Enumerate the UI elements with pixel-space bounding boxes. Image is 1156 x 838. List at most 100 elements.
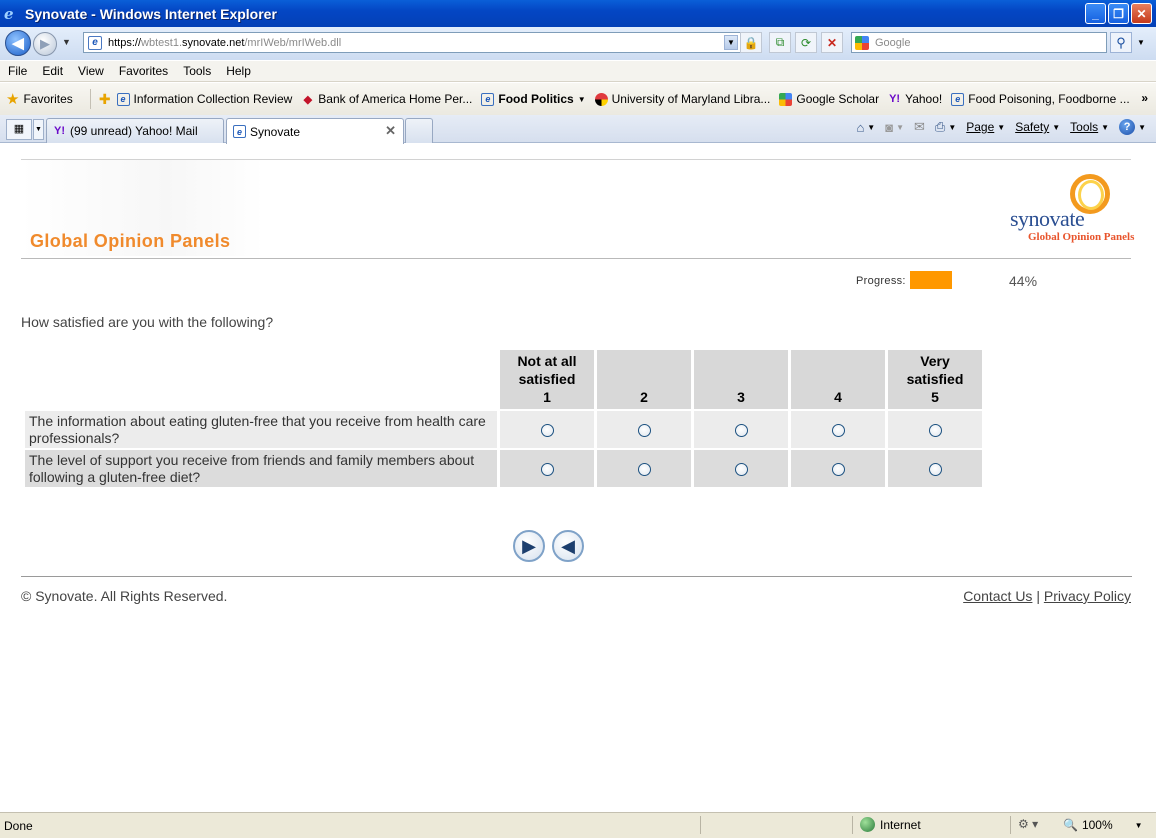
protected-mode-icon[interactable]: ⚙ ▾: [1018, 817, 1038, 831]
radio-q1-4[interactable]: [831, 423, 845, 437]
page-menu[interactable]: Page ▼: [966, 120, 1005, 134]
chevron-down-icon: ▼: [1101, 122, 1110, 132]
radio-q1-1[interactable]: [540, 423, 554, 437]
more-favorites-button[interactable]: »: [1141, 91, 1148, 105]
status-text: Done: [4, 819, 33, 833]
rating-cell: [597, 450, 691, 487]
security-zone[interactable]: Internet: [860, 817, 921, 832]
fav-label: Food Poisoning, Foodborne ...: [968, 92, 1130, 106]
page-title: Global Opinion Panels: [30, 231, 231, 251]
forward-button[interactable]: ▶: [33, 32, 57, 56]
next-button[interactable]: ▶: [513, 530, 545, 562]
page-icon: e: [88, 35, 102, 50]
fav-yahoo[interactable]: Y! Yahoo!: [888, 92, 942, 106]
footer-rule: [21, 576, 1132, 577]
tab-synovate[interactable]: e Synovate ✕: [226, 118, 404, 144]
add-favorite-icon[interactable]: ✚: [99, 91, 111, 108]
favorites-bar: ★ Favorites ✚ e Information Collection R…: [0, 83, 1156, 115]
minimize-button[interactable]: _: [1085, 3, 1106, 24]
rss-icon: ◙: [885, 119, 894, 135]
rating-cell: [694, 411, 788, 448]
radio-q2-5[interactable]: [928, 462, 942, 476]
back-button[interactable]: ◀: [5, 30, 31, 56]
chevron-down-icon: ▼: [997, 122, 1006, 132]
fav-google-scholar[interactable]: Google Scholar: [779, 92, 879, 106]
fav-info-collection[interactable]: e Information Collection Review: [116, 92, 292, 106]
close-button[interactable]: ✕: [1131, 3, 1152, 24]
quick-tabs-button[interactable]: ▦: [6, 119, 32, 140]
menu-file[interactable]: File: [8, 64, 27, 78]
search-box[interactable]: Google: [851, 32, 1107, 53]
search-options-dropdown[interactable]: ▼: [1134, 32, 1148, 53]
contact-us-link[interactable]: Contact Us: [963, 588, 1032, 604]
progress-bar: [910, 271, 1006, 289]
tools-menu[interactable]: Tools ▼: [1070, 120, 1109, 134]
bank-of-america-icon: ◆: [303, 93, 313, 106]
help-menu[interactable]: ? ▼: [1119, 119, 1146, 135]
rating-cell: [694, 450, 788, 487]
umd-icon: [594, 92, 608, 106]
tab-list-button[interactable]: ▼: [33, 119, 44, 140]
scale-header-2: 2: [597, 350, 691, 409]
print-button[interactable]: ⎙ ▼: [935, 119, 956, 135]
chevron-down-icon: ▼: [867, 122, 876, 132]
radio-q2-2[interactable]: [637, 462, 651, 476]
scale-header-5: Very satisfied 5: [888, 350, 982, 409]
fav-umd-library[interactable]: University of Maryland Libra...: [594, 92, 770, 106]
radio-q1-3[interactable]: [734, 423, 748, 437]
tab-yahoo-mail[interactable]: Y! (99 unread) Yahoo! Mail: [46, 118, 224, 143]
chevron-down-icon: ▼: [948, 122, 957, 132]
home-button[interactable]: ⌂ ▼: [856, 120, 875, 135]
close-tab-icon[interactable]: ✕: [385, 123, 396, 139]
radio-q1-2[interactable]: [637, 423, 651, 437]
ie-logo-icon: e: [4, 4, 14, 23]
fav-label: Bank of America Home Per...: [318, 92, 473, 106]
search-icon[interactable]: ⚲: [1110, 32, 1132, 53]
scale-num: 5: [931, 389, 939, 405]
radio-q2-3[interactable]: [734, 462, 748, 476]
tab-label: Synovate: [250, 124, 301, 139]
menu-favorites[interactable]: Favorites: [119, 64, 168, 78]
address-dropdown-button[interactable]: ▼: [724, 35, 738, 50]
table-row: The information about eating gluten-free…: [25, 411, 982, 448]
stop-icon[interactable]: ✕: [821, 32, 843, 53]
chevron-down-icon: ▼: [1138, 122, 1146, 132]
fav-bank-of-america[interactable]: ◆ Bank of America Home Per...: [301, 92, 473, 106]
scale-top: Not at all: [517, 353, 577, 369]
scale-top: Very: [920, 353, 950, 369]
zoom-control[interactable]: 🔍 100% ▼: [1063, 818, 1143, 832]
menu-help[interactable]: Help: [226, 64, 251, 78]
address-url[interactable]: https://wbtest1.synovate.net/mrIWeb/mrIW…: [108, 37, 341, 49]
synovate-logo: synovate Global Opinion Panels: [1006, 168, 1134, 250]
new-tab-button[interactable]: [405, 118, 433, 143]
menu-tools[interactable]: Tools: [183, 64, 211, 78]
favorites-label: Favorites: [23, 92, 73, 106]
logo-tagline: Global Opinion Panels: [1028, 231, 1135, 243]
menu-view[interactable]: View: [78, 64, 104, 78]
arrow-left-icon: ◀: [561, 536, 575, 556]
tab-label: (99 unread) Yahoo! Mail: [70, 124, 198, 138]
lock-icon[interactable]: 🔒: [740, 32, 762, 53]
safety-menu[interactable]: Safety ▼: [1015, 120, 1060, 134]
read-mail-button[interactable]: ✉: [914, 119, 925, 135]
refresh-icon[interactable]: ⟳: [795, 32, 817, 53]
privacy-policy-link[interactable]: Privacy Policy: [1044, 588, 1131, 604]
maximize-button[interactable]: ❐: [1108, 3, 1129, 24]
footer-links: Contact Us | Privacy Policy: [963, 588, 1131, 604]
address-bar[interactable]: e https://wbtest1.synovate.net/mrIWeb/mr…: [83, 32, 741, 53]
progress-percent: 44%: [1009, 273, 1038, 289]
menu-edit[interactable]: Edit: [42, 64, 63, 78]
compatibility-view-icon[interactable]: ⧉: [769, 32, 791, 53]
recent-pages-dropdown[interactable]: ▼: [62, 37, 71, 47]
feeds-button[interactable]: ◙ ▼: [885, 120, 904, 135]
logo-wordmark: synovate: [1010, 206, 1085, 231]
radio-q2-1[interactable]: [540, 462, 554, 476]
radio-q2-4[interactable]: [831, 462, 845, 476]
previous-button[interactable]: ◀: [552, 530, 584, 562]
fav-food-poisoning[interactable]: e Food Poisoning, Foodborne ...: [951, 92, 1130, 106]
survey-navigation: ▶ ◀: [513, 530, 584, 562]
radio-q1-5[interactable]: [928, 423, 942, 437]
statement-2: The level of support you receive from fr…: [25, 450, 497, 487]
favorites-button[interactable]: ★ Favorites: [6, 90, 73, 108]
fav-food-politics[interactable]: e Food Politics ▼: [481, 92, 586, 106]
